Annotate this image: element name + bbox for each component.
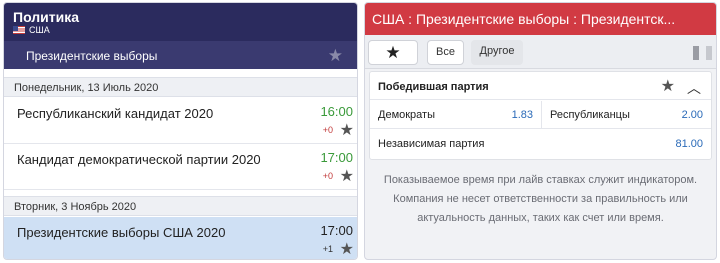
category-header: Политика США Президентские выборы ★ bbox=[4, 3, 357, 69]
event-time: 17:00 bbox=[320, 150, 353, 165]
category-title: Политика bbox=[13, 9, 80, 25]
outcome-row: Демократы 1.83 Республиканцы 2.00 bbox=[370, 101, 711, 129]
market-header[interactable]: Победившая партия ★ ︿ bbox=[370, 72, 711, 100]
markets-count: +1 bbox=[322, 244, 333, 254]
event-time: 17:00 bbox=[320, 223, 353, 238]
outcome-name: Демократы bbox=[378, 109, 435, 121]
country-label: США bbox=[13, 25, 50, 35]
event-row[interactable]: Республиканский кандидат 2020 16:00 +0 ★ bbox=[4, 98, 357, 144]
chevron-up-icon[interactable]: ︿ bbox=[687, 78, 701, 98]
star-icon[interactable]: ★ bbox=[340, 239, 354, 259]
event-name: Республиканский кандидат 2020 bbox=[17, 106, 214, 121]
us-flag-icon bbox=[13, 26, 25, 34]
disclaimer-text: Показываемое время при лайв ставках служ… bbox=[383, 174, 698, 224]
outcome-name: Республиканцы bbox=[550, 109, 630, 121]
outcome-name: Независимая партия bbox=[378, 138, 485, 150]
markets-count: +0 bbox=[322, 125, 333, 135]
date-header: Вторник, 3 Ноябрь 2020 bbox=[4, 196, 357, 216]
league-name: Президентские выборы bbox=[26, 49, 158, 63]
star-icon[interactable]: ★ bbox=[340, 166, 354, 186]
markets-count: +0 bbox=[322, 171, 333, 181]
star-icon[interactable]: ★ bbox=[340, 120, 354, 140]
outcome-odd: 2.00 bbox=[681, 109, 703, 121]
event-name: Президентские выборы США 2020 bbox=[17, 225, 226, 240]
outcome-cell[interactable]: Демократы 1.83 bbox=[370, 101, 542, 129]
view-toggle-icon[interactable] bbox=[706, 46, 712, 60]
event-row-selected[interactable]: Президентские выборы США 2020 17:00 +1 ★ bbox=[4, 217, 357, 259]
favorites-tab[interactable]: ★ bbox=[368, 40, 418, 65]
tab-other[interactable]: Другое bbox=[471, 40, 523, 65]
outcome-cell[interactable]: Республиканцы 2.00 bbox=[542, 101, 711, 129]
outcome-row: Независимая партия 81.00 bbox=[370, 130, 711, 158]
event-breadcrumb: США : Президентские выборы : Президентск… bbox=[365, 3, 716, 35]
league-row[interactable]: Президентские выборы ★ bbox=[4, 41, 357, 69]
date-header: Понедельник, 13 Июль 2020 bbox=[4, 77, 357, 97]
event-time: 16:00 bbox=[320, 104, 353, 119]
event-name: Кандидат демократической партии 2020 bbox=[17, 152, 261, 167]
country-name: США bbox=[29, 25, 50, 35]
view-toggle-icon[interactable] bbox=[693, 46, 699, 60]
outcome-odd: 81.00 bbox=[675, 138, 703, 150]
market-block: Победившая партия ★ ︿ Демократы 1.83 Рес… bbox=[369, 71, 712, 160]
tab-all[interactable]: Все bbox=[427, 40, 464, 65]
star-icon[interactable]: ★ bbox=[661, 76, 675, 96]
sport-events-panel: Политика США Президентские выборы ★ Поне… bbox=[3, 2, 358, 260]
market-tabs: ★ Все Другое bbox=[365, 35, 716, 69]
star-icon: ★ bbox=[385, 43, 401, 62]
star-icon[interactable]: ★ bbox=[328, 46, 343, 66]
event-row[interactable]: Кандидат демократической партии 2020 17:… bbox=[4, 144, 357, 190]
market-title: Победившая партия bbox=[378, 81, 489, 93]
outcome-cell[interactable]: Независимая партия 81.00 bbox=[370, 130, 711, 158]
outcome-odd: 1.83 bbox=[511, 109, 533, 121]
event-markets-panel: США : Президентские выборы : Президентск… bbox=[364, 2, 717, 260]
